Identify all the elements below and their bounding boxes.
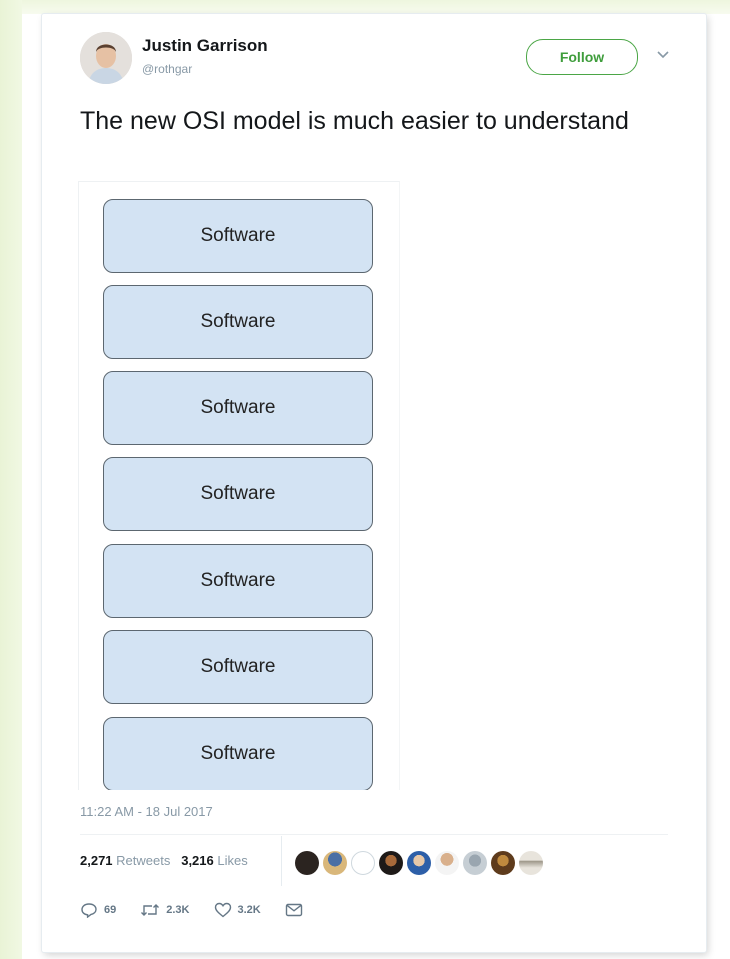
osi-layer-box: Software — [103, 371, 373, 445]
background-strip-left — [0, 0, 22, 959]
like-stat[interactable]: 3,216 Likes — [181, 853, 248, 868]
liker-avatar[interactable] — [323, 851, 347, 875]
reply-count: 69 — [104, 904, 117, 916]
avatar-photo — [80, 32, 132, 84]
like-action-count: 3.2K — [237, 904, 261, 916]
liker-avatar[interactable] — [295, 851, 319, 875]
liker-avatars — [295, 849, 543, 877]
like-label: Likes — [217, 853, 248, 868]
like-count: 3,216 — [181, 853, 214, 868]
reply-icon — [81, 903, 97, 918]
divider — [80, 834, 668, 835]
liker-avatar[interactable] — [407, 851, 431, 875]
tweet-image[interactable]: Software Software Software Software Soft… — [78, 181, 400, 790]
osi-layer-box: Software — [103, 199, 373, 273]
direct-message-button[interactable] — [285, 903, 309, 917]
tweet-text: The new OSI model is much easier to unde… — [80, 107, 629, 135]
reply-button[interactable]: 69 — [80, 902, 116, 918]
retweet-stat[interactable]: 2,271 Retweets — [80, 853, 170, 868]
liker-avatar[interactable] — [351, 851, 375, 875]
message-icon — [285, 903, 302, 917]
tweet-timestamp[interactable]: 11:22 AM - 18 Jul 2017 — [80, 804, 213, 819]
like-button[interactable]: 3.2K — [214, 902, 261, 918]
retweet-button[interactable]: 2.3K — [140, 902, 190, 918]
author-name[interactable]: Justin Garrison — [142, 36, 268, 56]
liker-avatar[interactable] — [379, 851, 403, 875]
author-handle[interactable]: @rothgar — [142, 62, 192, 76]
retweet-icon — [141, 904, 160, 916]
background-strip-top — [22, 0, 730, 14]
liker-avatar[interactable] — [435, 851, 459, 875]
engagement-stats: 2,271 Retweets 3,216 Likes — [80, 853, 248, 868]
tweet-card: Justin Garrison @rothgar Follow The new … — [42, 14, 706, 952]
osi-layer-box: Software — [103, 457, 373, 531]
follow-button[interactable]: Follow — [526, 39, 638, 75]
retweet-label: Retweets — [116, 853, 171, 868]
osi-layer-box: Software — [103, 630, 373, 704]
heart-icon — [214, 902, 231, 918]
divider — [281, 836, 282, 886]
retweet-count: 2,271 — [80, 853, 113, 868]
osi-layer-box: Software — [103, 717, 373, 790]
liker-avatar[interactable] — [463, 851, 487, 875]
liker-avatar[interactable] — [519, 851, 543, 875]
liker-avatar[interactable] — [491, 851, 515, 875]
retweet-action-count: 2.3K — [166, 904, 190, 916]
author-avatar[interactable] — [80, 32, 132, 84]
tweet-actions: 69 2.3K 3.2K — [80, 902, 333, 918]
osi-layer-box: Software — [103, 285, 373, 359]
chevron-down-icon[interactable] — [656, 50, 670, 60]
osi-layer-box: Software — [103, 544, 373, 618]
